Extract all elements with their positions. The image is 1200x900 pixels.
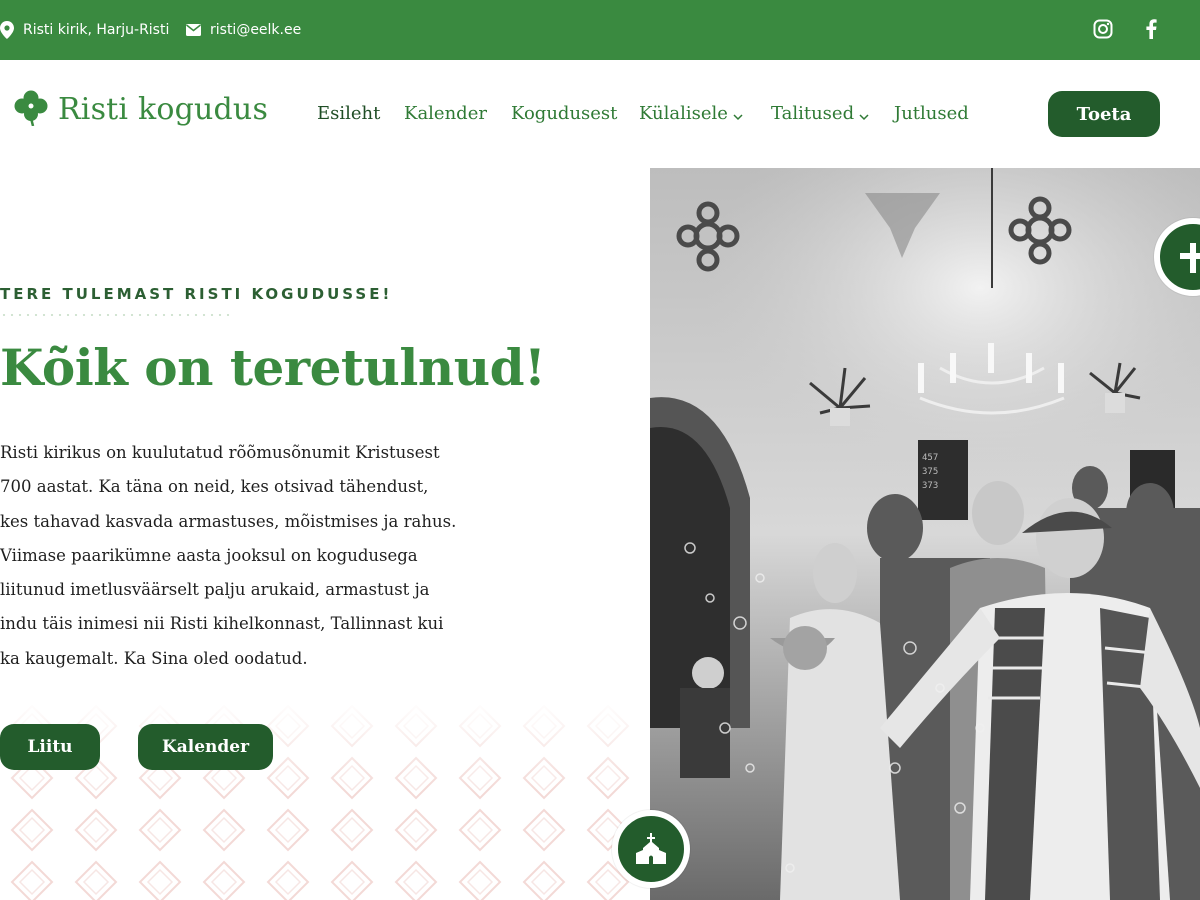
nav-label: Talitused	[771, 102, 855, 124]
nav-kalender[interactable]: Kalender	[404, 96, 487, 130]
envelope-icon	[186, 24, 201, 36]
hero-line: 700 aastat. Ka täna on neid, kes otsivad…	[0, 477, 429, 497]
hero-line: indu täis inimesi nii Risti kihelkonnast…	[0, 614, 444, 634]
nav-kulalisele[interactable]: Külalisele	[639, 96, 744, 130]
hero-paragraph: Risti kirikus on kuulutatud rõõmusõnumit…	[0, 436, 460, 676]
nav-label: Esileht	[317, 102, 381, 124]
chevron-down-icon	[732, 107, 744, 121]
nav-jutlused[interactable]: Jutlused	[894, 96, 969, 130]
clover-icon	[12, 88, 50, 131]
hero-line: ka kaugemalt. Ka Sina oled oodatud.	[0, 648, 308, 668]
board-number: 375	[922, 467, 938, 477]
site-logo[interactable]: Risti kogudus	[12, 88, 268, 131]
email-link[interactable]: risti@eelk.ee	[186, 0, 301, 60]
nav-kogudusest[interactable]: Kogudusest	[511, 96, 617, 130]
church-icon[interactable]	[612, 810, 690, 888]
location-info: Risti kirik, Harju-Risti	[0, 0, 169, 60]
divider	[0, 314, 230, 316]
join-button[interactable]: Liitu	[0, 724, 100, 770]
email-text: risti@eelk.ee	[210, 22, 302, 38]
nav-label: Külalisele	[639, 102, 728, 124]
facebook-icon[interactable]	[1140, 18, 1162, 40]
calendar-button[interactable]: Kalender	[138, 724, 273, 770]
nav-label: Kalender	[404, 102, 487, 124]
donate-button[interactable]: Toeta	[1048, 91, 1160, 137]
nav-label: Kogudusest	[511, 102, 618, 124]
nav-talitused[interactable]: Talitused	[771, 96, 870, 130]
hero-eyebrow: TERE TULEMAST RISTI KOGUDUSSE!	[0, 285, 393, 303]
map-pin-icon	[0, 21, 14, 39]
board-number: 373	[922, 481, 938, 491]
instagram-icon[interactable]	[1092, 18, 1114, 40]
hero-line: kes tahavad kasvada armastuses, mõistmis…	[0, 511, 457, 531]
hero-line: liitunud imetlusväärselt palju arukaid, …	[0, 580, 430, 600]
logo-text: Risti kogudus	[58, 92, 269, 127]
board-number: 457	[922, 453, 938, 463]
nav-label: Jutlused	[894, 102, 969, 124]
nav-esileht[interactable]: Esileht	[317, 96, 380, 130]
hero-line: Risti kirikus on kuulutatud rõõmusõnumit…	[0, 443, 440, 462]
top-bar: Risti kirik, Harju-Risti risti@eelk.ee	[0, 0, 1200, 60]
hero-title: Kõik on teretulnud!	[0, 338, 546, 397]
chevron-down-icon	[858, 107, 870, 121]
hero-line: Viimase paarikümne aasta jooksul on kogu…	[0, 545, 418, 565]
hero-photo: 457 375 373	[650, 168, 1200, 900]
location-text: Risti kirik, Harju-Risti	[23, 22, 170, 38]
